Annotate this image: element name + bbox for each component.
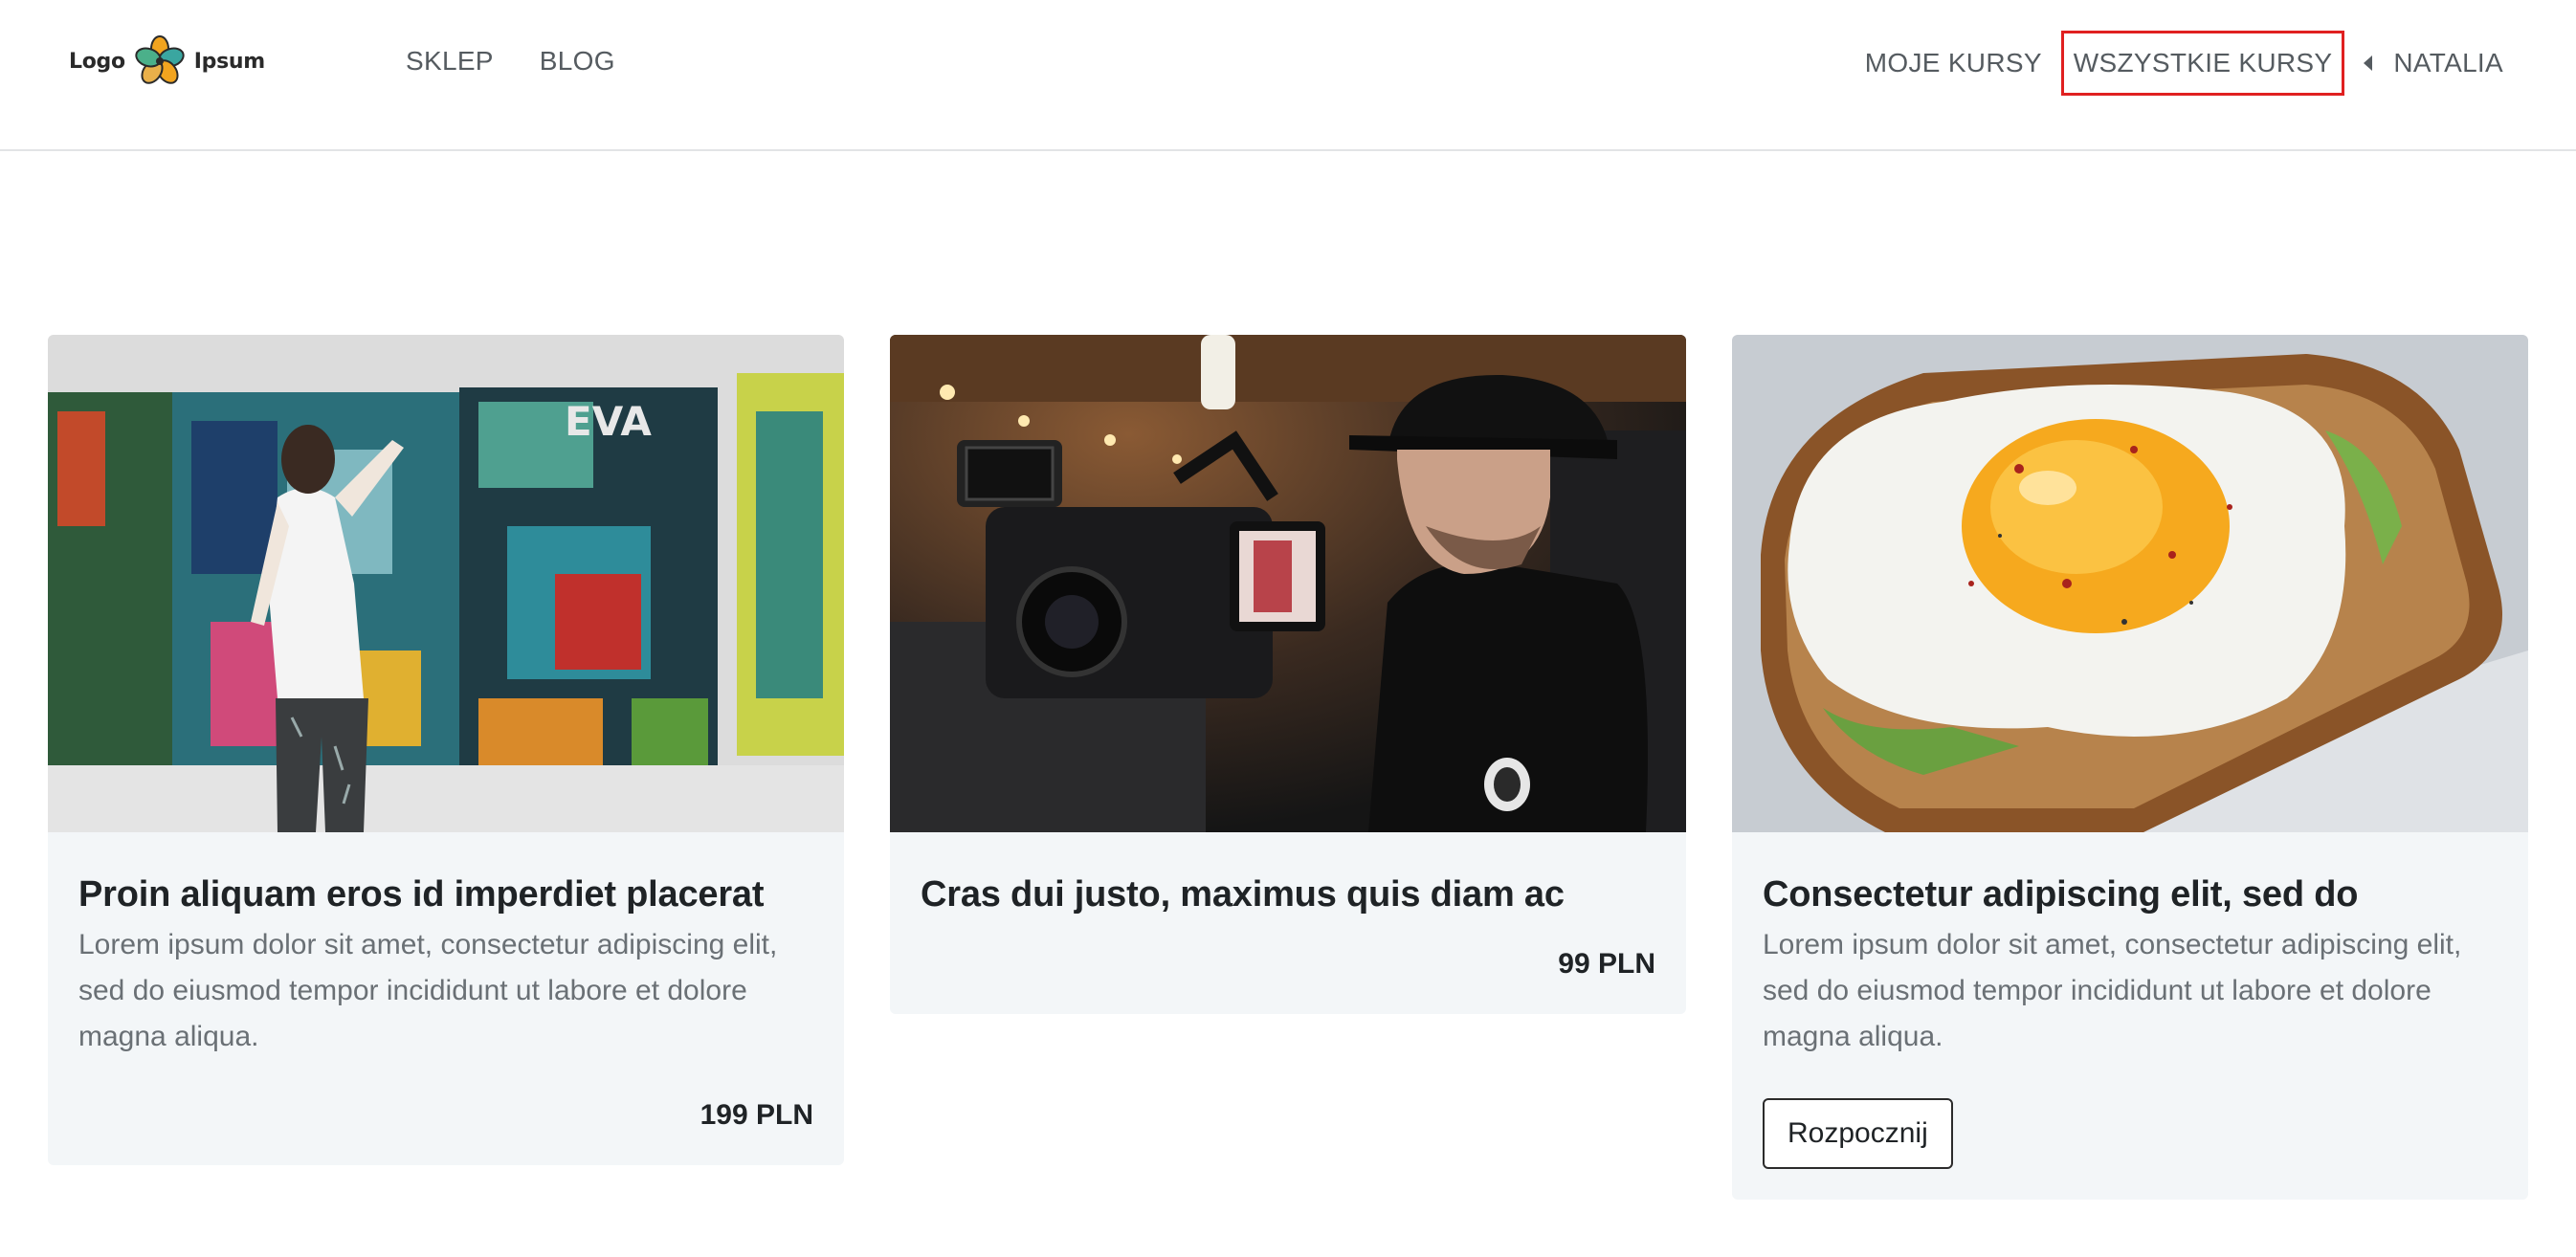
user-name: NATALIA — [2393, 48, 2503, 77]
logo[interactable]: Logo Ipsum — [69, 34, 265, 88]
course-card[interactable]: Consectetur adipiscing elit, sed do Lore… — [1732, 335, 2528, 1200]
card-description: Lorem ipsum dolor sit amet, consectetur … — [1763, 929, 2462, 1052]
course-image-videographer — [890, 335, 1686, 832]
card-title[interactable]: Proin aliquam eros id imperdiet placerat — [78, 871, 813, 918]
logo-text-left: Logo — [69, 49, 125, 74]
card-price: 99 PLN — [1558, 948, 1655, 980]
site-header: Logo Ipsum SKLEP BLOG MOJE KURSY WSZYSTK… — [0, 0, 2576, 151]
nav-link-all-courses[interactable]: WSZYSTKIE KURSY — [2060, 31, 2345, 96]
course-image-egg-toast — [1732, 335, 2528, 832]
svg-text:EVA: EVA — [565, 398, 652, 445]
card-body: Proin aliquam eros id imperdiet placerat… — [48, 832, 844, 1165]
nav-link-blog[interactable]: BLOG — [540, 44, 615, 78]
nav-link-shop[interactable]: SKLEP — [406, 44, 494, 78]
user-nav: MOJE KURSY WSZYSTKIE KURSY NATALIA — [1854, 31, 2515, 96]
course-card[interactable]: Cras dui justo, maximus quis diam ac 99 … — [890, 335, 1686, 1014]
card-title[interactable]: Cras dui justo, maximus quis diam ac — [921, 871, 1655, 918]
card-price: 199 PLN — [700, 1099, 813, 1131]
card-body: Consectetur adipiscing elit, sed do Lore… — [1732, 832, 2528, 1200]
card-body: Cras dui justo, maximus quis diam ac 99 … — [890, 832, 1686, 1014]
card-description: Lorem ipsum dolor sit amet, consectetur … — [78, 929, 778, 1052]
course-card[interactable]: EVA Proin aliquam eros id imperdiet plac… — [48, 335, 844, 1165]
logo-text-right: Ipsum — [193, 49, 265, 74]
course-image-artist: EVA — [48, 335, 844, 832]
user-menu[interactable]: NATALIA — [2354, 46, 2515, 80]
nav-link-my-courses[interactable]: MOJE KURSY — [1854, 46, 2054, 80]
main-nav: SKLEP BLOG — [406, 44, 615, 78]
card-title[interactable]: Consectetur adipiscing elit, sed do — [1763, 871, 2498, 918]
caret-left-icon — [2364, 55, 2373, 71]
start-course-button[interactable]: Rozpocznij — [1763, 1098, 1953, 1169]
flower-logo-icon — [135, 35, 185, 84]
